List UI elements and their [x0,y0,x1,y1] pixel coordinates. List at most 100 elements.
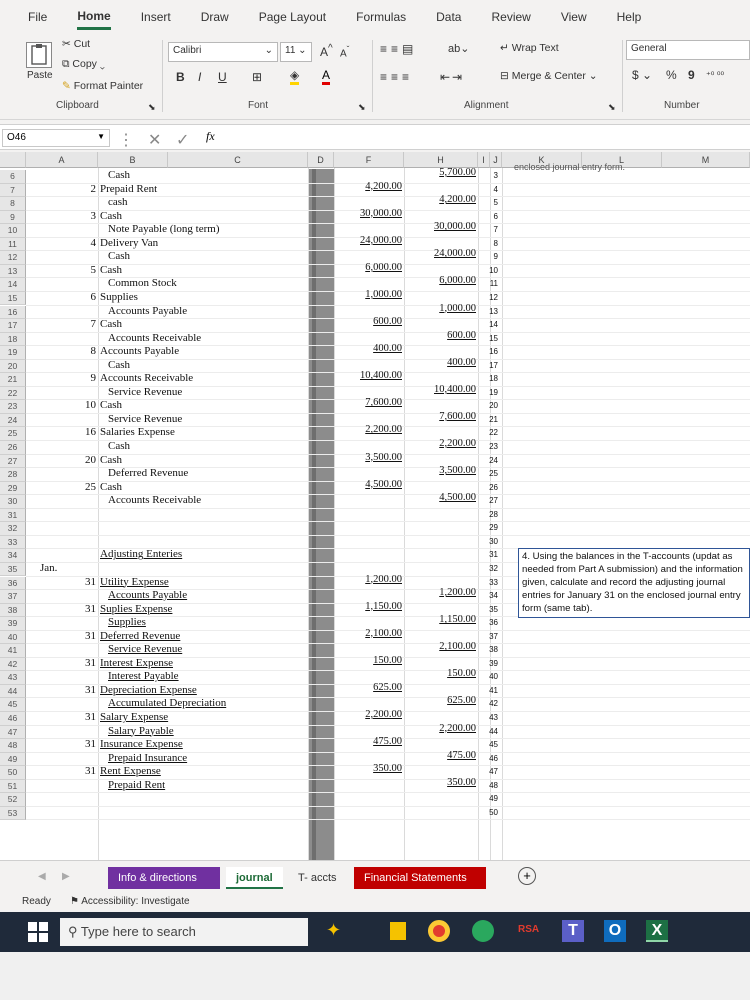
add-sheet-button[interactable]: + [518,867,536,885]
row-header[interactable]: 35 [0,562,26,577]
currency-button[interactable]: $ ⌄ [632,68,652,82]
sheet-tab-journal[interactable]: journal [226,867,283,889]
menu-tab-data[interactable]: Data [436,6,461,28]
bold-button[interactable]: B [176,70,185,84]
merge-center-button[interactable]: ⊟ Merge & Center ⌄ [500,70,598,82]
wrap-text-button[interactable]: ↵ Wrap Text [500,42,559,54]
percent-button[interactable]: % [666,68,677,82]
row-header[interactable]: 45 [0,698,26,712]
teams-icon[interactable]: T [562,920,584,942]
decimal-icons[interactable]: ⁺⁰ ⁰⁰ [706,70,724,81]
row-header[interactable]: 40 [0,630,26,645]
row-header[interactable]: 36 [0,576,26,591]
row-header[interactable]: 49 [0,752,26,767]
row-header[interactable]: 32 [0,522,26,536]
copy-button[interactable]: ⧉ Copy ⌄ [62,58,105,71]
row-header[interactable]: 46 [0,712,26,726]
function-icon[interactable]: fx [206,129,215,144]
shrink-font-button[interactable]: Aˇ [340,44,349,59]
cancel-icon[interactable]: ✕ [148,130,161,150]
worksheet-grid[interactable]: ABCDFHIJKLM enclosed journal entry form.… [0,152,750,860]
row-header[interactable]: 41 [0,644,26,658]
grow-font-button[interactable]: A^ [320,43,333,59]
accessibility-status[interactable]: ⚑ Accessibility: Investigate [70,892,190,912]
cut-button[interactable]: ✂ Cut [62,38,90,50]
font-launcher-icon[interactable]: ⬊ [358,102,366,113]
row-header[interactable]: 34 [0,549,26,563]
row-header[interactable]: 24 [0,413,26,428]
menu-tab-draw[interactable]: Draw [201,6,229,28]
row-header[interactable]: 17 [0,319,26,333]
row-header[interactable]: 20 [0,359,26,374]
font-name-select[interactable]: Calibri ⌄ [168,42,278,62]
row-header[interactable]: 6 [0,170,26,184]
clipboard-launcher-icon[interactable]: ⬊ [148,102,156,113]
menu-tab-review[interactable]: Review [491,6,530,28]
number-format-select[interactable]: General [626,40,750,60]
row-header[interactable]: 37 [0,590,26,604]
menu-tab-help[interactable]: Help [617,6,642,28]
file-explorer-icon[interactable] [390,922,406,940]
taskbar-search-box[interactable]: ⚲ Type here to search [60,918,308,946]
row-header[interactable]: 43 [0,671,26,685]
underline-button[interactable]: U [218,70,227,84]
row-header[interactable]: 15 [0,291,26,306]
select-all-corner[interactable] [0,152,26,168]
row-header[interactable]: 11 [0,237,26,252]
menu-tab-page-layout[interactable]: Page Layout [259,6,326,28]
row-header[interactable]: 18 [0,332,26,347]
column-header-j[interactable]: J [490,152,502,168]
row-header[interactable]: 13 [0,264,26,279]
menu-tab-formulas[interactable]: Formulas [356,6,406,28]
paste-icon[interactable] [26,42,52,68]
menu-tab-view[interactable]: View [561,6,587,28]
row-header[interactable]: 14 [0,278,26,292]
comma-button[interactable]: 9 [688,68,695,82]
column-header-m[interactable]: M [662,152,750,168]
row-header[interactable]: 38 [0,603,26,618]
name-box[interactable]: O46 ▼ [2,129,110,147]
font-size-select[interactable]: 11 ⌄ [280,42,312,62]
row-header[interactable]: 53 [0,806,26,821]
horizontal-align-icons[interactable]: ≡≡≡ [380,70,413,84]
paste-label[interactable]: Paste [27,70,53,81]
tab-scroll-left-icon[interactable]: ◀ [38,871,46,882]
row-header[interactable]: 42 [0,657,26,672]
row-header[interactable]: 9 [0,210,26,225]
italic-button[interactable]: I [198,70,201,84]
row-header[interactable]: 19 [0,346,26,360]
row-header[interactable]: 50 [0,766,26,780]
menu-tab-home[interactable]: Home [77,5,111,30]
indent-icons[interactable]: ⇤⇥ [440,70,464,84]
row-header[interactable]: 39 [0,617,26,631]
column-header-b[interactable]: B [98,152,168,168]
row-header[interactable]: 23 [0,400,26,414]
sheet-tab-taccts[interactable]: T- accts [288,867,347,889]
menu-tab-insert[interactable]: Insert [141,6,171,28]
orientation-icon[interactable]: ab⌄ [448,42,469,55]
windows-start-icon[interactable] [28,922,48,942]
excel-taskbar-icon[interactable]: X [646,920,668,942]
row-header[interactable]: 21 [0,373,26,387]
outlook-icon[interactable]: O [604,920,626,942]
enter-icon[interactable]: ✓ [176,130,189,150]
font-color-icon[interactable]: A [322,68,331,85]
edge-icon[interactable] [472,920,494,942]
column-header-c[interactable]: C [168,152,308,168]
row-header[interactable]: 12 [0,251,26,265]
row-header[interactable]: 29 [0,481,26,496]
fill-color-icon[interactable]: ◈ [290,68,300,85]
row-header[interactable]: 48 [0,739,26,753]
row-header[interactable]: 33 [0,535,26,550]
row-header[interactable]: 28 [0,468,26,482]
chrome-icon[interactable] [428,920,450,942]
row-header[interactable]: 51 [0,779,26,794]
row-header[interactable]: 30 [0,495,26,509]
row-header[interactable]: 44 [0,684,26,699]
column-header-h[interactable]: H [404,152,478,168]
row-header[interactable]: 10 [0,224,26,238]
column-header-f[interactable]: F [334,152,404,168]
row-header[interactable]: 52 [0,793,26,807]
column-header-i[interactable]: I [478,152,490,168]
row-header[interactable]: 31 [0,508,26,523]
